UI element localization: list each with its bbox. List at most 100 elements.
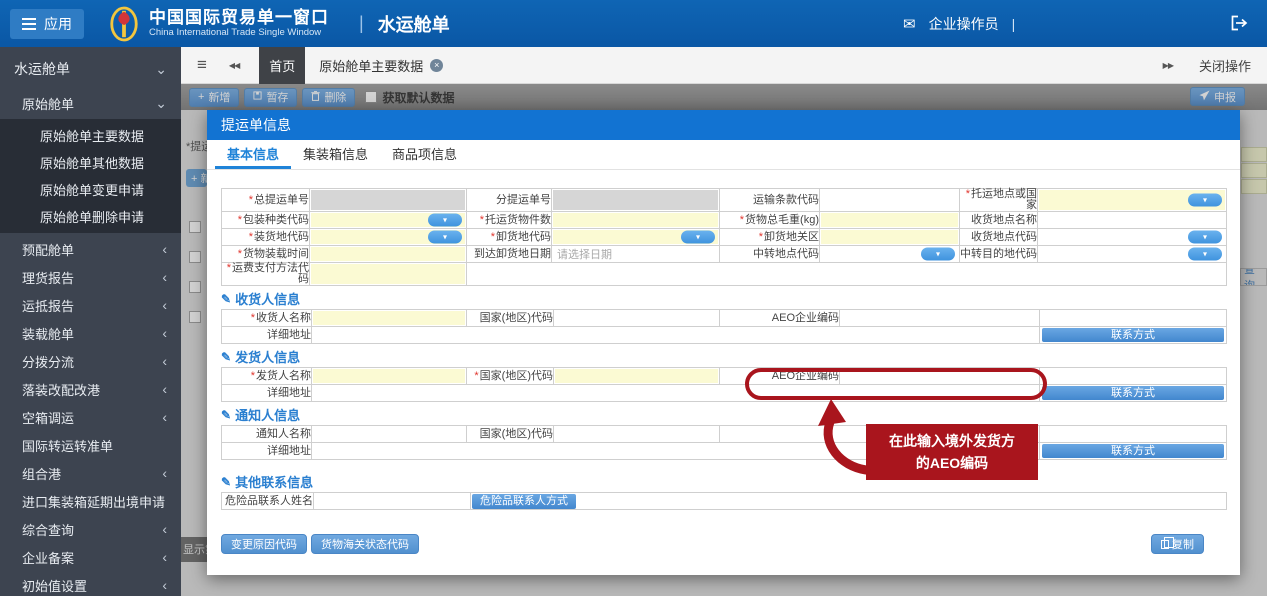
empty-cell xyxy=(1040,426,1227,443)
dangerous-goods-contact-button[interactable]: 危险品联系人方式 xyxy=(472,494,576,509)
form-input-r2c1[interactable]: ▾ xyxy=(552,229,720,246)
edit-icon: ✎ xyxy=(221,408,231,422)
dropdown-button[interactable]: ▾ xyxy=(1188,231,1222,244)
section0-address-input[interactable] xyxy=(312,327,1040,344)
sidebar-item-7[interactable]: 落装改配改港‹ xyxy=(0,375,181,403)
section0-input-0[interactable] xyxy=(312,310,467,327)
required-star-icon: * xyxy=(238,214,242,226)
form-input-r0c2[interactable] xyxy=(820,189,960,212)
sidebar-item-14[interactable]: 初始值设置‹ xyxy=(0,571,181,596)
tab-close-icon[interactable]: × xyxy=(430,59,443,72)
section2-input-0[interactable] xyxy=(312,426,467,443)
footer-button-0[interactable]: 变更原因代码 xyxy=(221,534,307,554)
user-role-label[interactable]: 企业操作员 xyxy=(929,14,999,34)
form-input-r3c1[interactable]: 请选择日期 xyxy=(552,246,720,263)
field-label: *卸货地关区 xyxy=(720,229,820,246)
section2-input-1[interactable] xyxy=(554,426,720,443)
tabs-scroll-right-icon[interactable]: ▶▶ xyxy=(1163,61,1173,70)
field-label: 到达卸货地日期 xyxy=(467,246,552,263)
dropdown-button[interactable]: ▾ xyxy=(1188,248,1222,261)
tab-home[interactable]: 首页 xyxy=(259,47,305,84)
sidebar-item-10[interactable]: 组合港‹ xyxy=(0,459,181,487)
section1-input-0[interactable] xyxy=(312,368,467,385)
dropdown-button[interactable]: ▾ xyxy=(1188,194,1222,207)
sidebar-subitem-3[interactable]: 原始舱单删除申请 xyxy=(0,203,181,230)
section-table: *发货人名称*国家(地区)代码AEO企业编码详细地址联系方式 xyxy=(221,367,1227,402)
tab-original-manifest[interactable]: 原始舱单主要数据 × xyxy=(305,47,457,84)
sidebar-item-5[interactable]: 装载舱单‹ xyxy=(0,319,181,347)
field-label: 详细地址 xyxy=(222,443,312,460)
dropdown-button[interactable]: ▾ xyxy=(681,231,715,244)
tabs-menu-icon[interactable]: ≡ xyxy=(197,55,207,75)
field-label: AEO企业编码 xyxy=(720,310,840,327)
form-input-r1c3[interactable] xyxy=(1038,212,1227,229)
form-input-r4c0[interactable] xyxy=(310,263,467,286)
sidebar-item-11[interactable]: 进口集装箱延期出境申请 xyxy=(0,487,181,515)
section0-input-1[interactable] xyxy=(554,310,720,327)
brand-name-cn: 中国国际贸易单一窗口 xyxy=(149,8,329,28)
empty-cell xyxy=(1040,368,1227,385)
sidebar-subitem-2[interactable]: 原始舱单变更申请 xyxy=(0,176,181,203)
module-title-block: | 水运舱单 xyxy=(359,11,450,37)
divider: | xyxy=(359,13,364,34)
contact-method-button[interactable]: 联系方式 xyxy=(1042,328,1224,342)
dialog-tab-0[interactable]: 基本信息 xyxy=(215,140,291,169)
sidebar-item-9[interactable]: 国际转运转准单 xyxy=(0,431,181,459)
section0-input-2[interactable] xyxy=(840,310,1040,327)
dialog-tab-2[interactable]: 商品项信息 xyxy=(380,140,469,169)
contact-method-button[interactable]: 联系方式 xyxy=(1042,386,1224,400)
field-label: 详细地址 xyxy=(222,385,312,402)
field-label: *国家(地区)代码 xyxy=(467,368,554,385)
sidebar-item-4[interactable]: 运抵报告‹ xyxy=(0,291,181,319)
chevron-left-icon: ‹ xyxy=(162,328,167,338)
form-input-r0c0[interactable] xyxy=(310,189,467,212)
form-input-r1c0[interactable]: ▾ xyxy=(310,212,467,229)
close-operations-button[interactable]: 关闭操作 xyxy=(1199,56,1251,75)
contact-method-button[interactable]: 联系方式 xyxy=(1042,444,1224,458)
sidebar-item-12[interactable]: 综合查询‹ xyxy=(0,515,181,543)
form-input-r0c1[interactable] xyxy=(552,189,720,212)
form-input-r0c3[interactable]: ▾ xyxy=(1038,189,1227,212)
sidebar-item-2[interactable]: 预配舱单‹ xyxy=(0,235,181,263)
sidebar-item-8[interactable]: 空箱调运‹ xyxy=(0,403,181,431)
chevron-left-icon: ‹ xyxy=(162,384,167,394)
annotation-arrow xyxy=(814,398,878,487)
form-input-r1c2[interactable] xyxy=(820,212,960,229)
sidebar-item-6[interactable]: 分拨分流‹ xyxy=(0,347,181,375)
form-input-r3c3[interactable]: ▾ xyxy=(1038,246,1227,263)
dropdown-button[interactable]: ▾ xyxy=(921,248,955,261)
mail-icon[interactable]: ✉ xyxy=(903,15,916,33)
sidebar-item-0[interactable]: 水运舱单⌄ xyxy=(0,55,181,83)
bill-of-lading-dialog: 提运单信息 基本信息集装箱信息商品项信息 *总提运单号分提运单号运输条款代码*托… xyxy=(207,110,1240,575)
section-header: ✎收货人信息 xyxy=(221,291,1226,306)
field-label: 运输条款代码 xyxy=(720,189,820,212)
form-input-r3c2[interactable]: ▾ xyxy=(820,246,960,263)
form-input-r2c2[interactable] xyxy=(820,229,960,246)
dialog-tab-1[interactable]: 集装箱信息 xyxy=(291,140,380,169)
apps-menu-button[interactable]: 应用 xyxy=(10,9,84,39)
form-input-r1c1[interactable] xyxy=(552,212,720,229)
logout-icon[interactable] xyxy=(1230,15,1249,36)
sidebar-item-3[interactable]: 理货报告‹ xyxy=(0,263,181,291)
sidebar-item-1[interactable]: 原始舱单⌄ xyxy=(0,89,181,117)
dropdown-button[interactable]: ▾ xyxy=(428,231,462,244)
dropdown-button[interactable]: ▾ xyxy=(428,214,462,227)
section-2: ✎通知人信息通知人名称国家(地区)代码详细地址联系方式 xyxy=(221,407,1226,460)
form-input-r2c0[interactable]: ▾ xyxy=(310,229,467,246)
sidebar-subitem-1[interactable]: 原始舱单其他数据 xyxy=(0,149,181,176)
app-window: 应用 中国国际贸易单一窗口 China International Trade … xyxy=(0,0,1267,596)
required-star-icon: * xyxy=(251,370,255,382)
copy-button[interactable]: 复制 xyxy=(1151,534,1204,554)
section1-input-1[interactable] xyxy=(554,368,720,385)
sidebar-subitem-0[interactable]: 原始舱单主要数据 xyxy=(0,122,181,149)
sidebar-item-13[interactable]: 企业备案‹ xyxy=(0,543,181,571)
sidebar-item-label: 综合查询 xyxy=(22,520,74,539)
tabs-scroll-left-icon[interactable]: ◀◀ xyxy=(229,61,239,70)
field-label: *总提运单号 xyxy=(222,189,310,212)
dangerous-goods-contact-name-input[interactable] xyxy=(314,493,471,510)
form-input-r3c0[interactable] xyxy=(310,246,467,263)
field-label: *包装种类代码 xyxy=(222,212,310,229)
form-input-r2c3[interactable]: ▾ xyxy=(1038,229,1227,246)
footer-button-1[interactable]: 货物海关状态代码 xyxy=(311,534,419,554)
section-0: ✎收货人信息*收货人名称国家(地区)代码AEO企业编码详细地址联系方式 xyxy=(221,291,1226,344)
